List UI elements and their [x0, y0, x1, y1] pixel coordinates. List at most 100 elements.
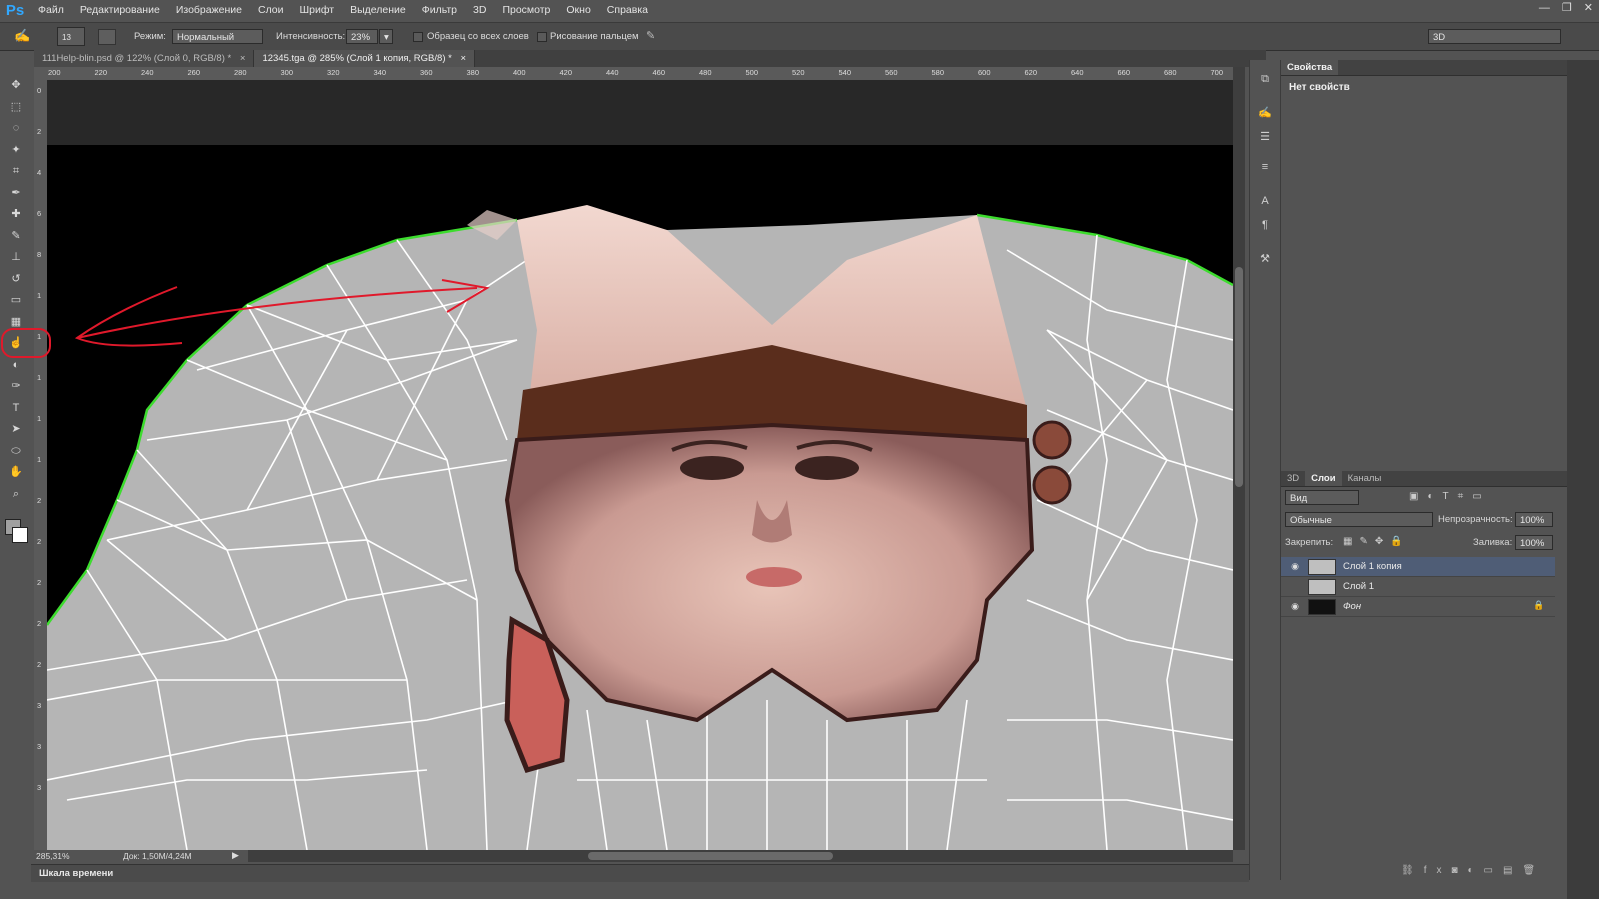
- photoshop-logo: Ps: [5, 2, 25, 19]
- stamp-icon[interactable]: ⊥: [7, 248, 25, 266]
- marquee-icon[interactable]: ⬚: [7, 98, 25, 116]
- layer-comps-icon[interactable]: ≡: [1258, 160, 1272, 174]
- menu-layers[interactable]: Слои: [250, 0, 292, 21]
- quick-select-icon[interactable]: ✦: [7, 141, 25, 159]
- opacity-input[interactable]: 100%: [1515, 512, 1553, 527]
- eyedropper-icon[interactable]: ✒: [7, 184, 25, 202]
- tab-channels[interactable]: Каналы: [1342, 471, 1388, 486]
- path-select-icon[interactable]: ➤: [7, 420, 25, 438]
- menu-image[interactable]: Изображение: [168, 0, 250, 21]
- annotation-circle: [1, 328, 51, 358]
- tab-document-2[interactable]: 12345.tga @ 285% (Слой 1 копия, RGB/8) *…: [254, 50, 476, 67]
- ruler-corner: [34, 67, 47, 80]
- tab-3d[interactable]: 3D: [1281, 471, 1305, 486]
- mode-select[interactable]: Нормальный: [172, 29, 263, 44]
- crop-icon[interactable]: ⌗: [7, 162, 25, 180]
- menu-bar: Ps Файл Редактирование Изображение Слои …: [0, 0, 1599, 21]
- hand-icon[interactable]: ✋: [7, 463, 25, 481]
- history-panel-icon[interactable]: ⧉: [1258, 72, 1272, 86]
- ruler-tick-label: 2: [37, 537, 42, 546]
- horizontal-scroll-thumb[interactable]: [588, 852, 833, 860]
- document-size: Док: 1,50M/4,24M: [123, 851, 192, 861]
- status-menu-icon[interactable]: ▶: [232, 850, 239, 861]
- tab-properties[interactable]: Свойства: [1281, 60, 1339, 75]
- shape-icon[interactable]: ⬭: [7, 442, 25, 460]
- character-panel-icon[interactable]: A: [1258, 194, 1272, 208]
- layers-panel: 3D Слои Каналы Вид ▣◐T⌗▭ Обычные Непрозр…: [1281, 471, 1567, 881]
- timeline-label: Шкала времени: [39, 868, 114, 879]
- fill-input[interactable]: 100%: [1515, 535, 1553, 550]
- workspace-select[interactable]: 3D: [1428, 29, 1561, 44]
- lasso-icon[interactable]: ◌: [7, 119, 25, 137]
- menu-file[interactable]: Файл: [30, 0, 72, 21]
- visibility-eye-icon[interactable]: ◉: [1289, 560, 1301, 572]
- minimize-button[interactable]: —: [1539, 0, 1550, 16]
- paragraph-panel-icon[interactable]: ¶: [1258, 218, 1272, 232]
- ruler-tick-label: 4: [37, 168, 42, 177]
- layer-filter-icons[interactable]: ▣◐T⌗▭: [1409, 491, 1491, 502]
- horizontal-scrollbar[interactable]: [248, 850, 1233, 862]
- ruler-tick-label: 2: [37, 619, 42, 628]
- menu-help[interactable]: Справка: [599, 0, 656, 21]
- layer-row[interactable]: ◉ Слой 1 копия: [1281, 557, 1555, 577]
- vertical-scroll-thumb[interactable]: [1235, 267, 1243, 487]
- eraser-icon[interactable]: ▭: [7, 291, 25, 309]
- lock-icons[interactable]: ▦✎✥🔒: [1343, 536, 1410, 547]
- pen-icon[interactable]: ✑: [7, 377, 25, 395]
- menu-view[interactable]: Просмотр: [494, 0, 558, 21]
- ruler-tick-label: 320: [327, 68, 340, 77]
- smudge-tool-preset-icon[interactable]: ✍: [14, 28, 32, 44]
- visibility-eye-icon[interactable]: ◉: [1289, 600, 1301, 612]
- layers-footer-icons[interactable]: ⛓fx◙◐▭▤🗑: [1401, 865, 1545, 876]
- ruler-tick-label: 6: [37, 209, 42, 218]
- tab-layers[interactable]: Слои: [1305, 471, 1342, 486]
- tool-presets-icon[interactable]: ⚒: [1258, 252, 1272, 266]
- blend-mode-select[interactable]: Обычные: [1285, 512, 1433, 527]
- lock-label: Закрепить:: [1285, 537, 1334, 548]
- ruler-tick-label: 640: [1071, 68, 1084, 77]
- type-icon[interactable]: T: [7, 399, 25, 417]
- finger-paint-checkbox[interactable]: [537, 32, 547, 42]
- layer-filter-select[interactable]: Вид: [1285, 490, 1359, 505]
- menu-window[interactable]: Окно: [558, 0, 598, 21]
- timeline-panel-tab[interactable]: Шкала времени: [31, 864, 1249, 882]
- close-tab-icon[interactable]: ×: [240, 53, 246, 64]
- ruler-tick-label: 400: [513, 68, 526, 77]
- menu-type[interactable]: Шрифт: [292, 0, 343, 21]
- menu-3d[interactable]: 3D: [465, 0, 494, 21]
- strength-dropdown-icon[interactable]: ▾: [379, 29, 393, 44]
- background-color-swatch[interactable]: [12, 527, 28, 543]
- zoom-level[interactable]: 285,31%: [36, 851, 70, 861]
- visibility-off-icon[interactable]: [1289, 580, 1301, 592]
- close-button[interactable]: ✕: [1584, 0, 1593, 16]
- layer-row[interactable]: Слой 1: [1281, 577, 1555, 597]
- dodge-icon[interactable]: ◐: [7, 356, 25, 374]
- close-tab-icon[interactable]: ×: [460, 53, 466, 64]
- brush-icon[interactable]: ✎: [7, 227, 25, 245]
- adjustments-panel-icon[interactable]: ☰: [1258, 130, 1272, 144]
- brush-panel-toggle-icon[interactable]: [98, 29, 116, 45]
- ruler-tick-label: 600: [978, 68, 991, 77]
- sample-all-checkbox[interactable]: [413, 32, 423, 42]
- sample-all-label: Образец со всех слоев: [427, 31, 529, 42]
- vertical-scrollbar[interactable]: [1233, 67, 1245, 850]
- menu-select[interactable]: Выделение: [342, 0, 414, 21]
- canvas-artwork: [47, 80, 1233, 850]
- strength-input[interactable]: 23%: [346, 29, 378, 44]
- tab-document-1[interactable]: 111Help-blin.psd @ 122% (Слой 0, RGB/8) …: [34, 50, 255, 67]
- history-brush-icon[interactable]: ↺: [7, 270, 25, 288]
- move-icon[interactable]: ✥: [7, 76, 25, 94]
- healing-icon[interactable]: ✚: [7, 205, 25, 223]
- menu-edit[interactable]: Редактирование: [72, 0, 168, 21]
- zoom-icon[interactable]: ⌕: [7, 485, 25, 503]
- brush-panel-icon[interactable]: ✍: [1258, 106, 1272, 120]
- document-canvas[interactable]: [47, 80, 1233, 850]
- restore-button[interactable]: ❐: [1562, 0, 1572, 16]
- brush-size-picker[interactable]: 13: [57, 27, 85, 46]
- ruler-tick-label: 3: [37, 783, 42, 792]
- ruler-tick-label: 260: [187, 68, 201, 77]
- layer-row[interactable]: ◉ Фон 🔒: [1281, 597, 1555, 617]
- menu-filter[interactable]: Фильтр: [414, 0, 465, 21]
- pressure-icon[interactable]: ✎: [646, 29, 660, 43]
- ruler-tick-label: 540: [838, 68, 852, 77]
